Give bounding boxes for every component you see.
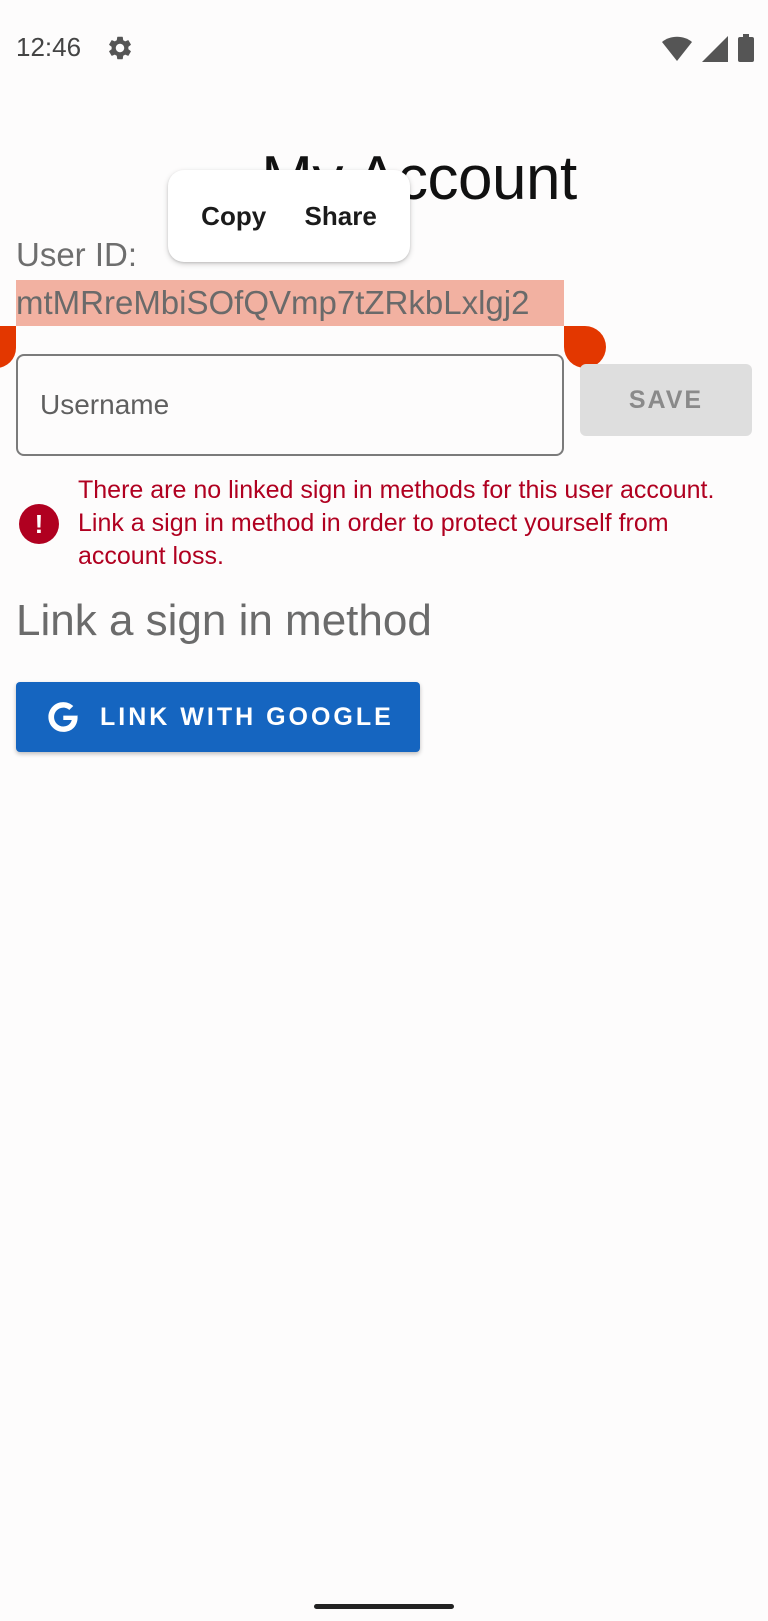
wifi-icon [662, 36, 692, 61]
gesture-nav-handle[interactable] [314, 1604, 454, 1609]
username-input[interactable] [16, 354, 564, 456]
copy-menu-item[interactable]: Copy [191, 193, 276, 240]
google-icon [48, 702, 78, 732]
status-icons [662, 34, 754, 62]
selection-handle-start[interactable] [0, 326, 16, 368]
error-icon: ! [19, 504, 59, 544]
status-bar: 12:46 [0, 0, 768, 96]
gear-icon [109, 36, 131, 60]
status-time: 12:46 [16, 32, 82, 62]
no-linked-methods-warning: There are no linked sign in methods for … [78, 476, 715, 570]
user-id-label: User ID: [16, 236, 138, 273]
save-button[interactable]: SAVE [580, 364, 752, 436]
link-with-google-label: LINK WITH GOOGLE [100, 702, 394, 731]
user-id-value[interactable]: mtMRreMbiSOfQVmp7tZRkbLxlgj2 [16, 280, 564, 326]
battery-icon [738, 34, 754, 62]
signal-icon [702, 36, 728, 62]
link-with-google-button[interactable]: LINK WITH GOOGLE [16, 682, 420, 752]
share-menu-item[interactable]: Share [295, 193, 387, 240]
screen: 12:46 My Account User ID: mtMRreMbiSOfQV… [0, 0, 768, 1621]
text-selection-menu: Copy Share [168, 170, 410, 262]
selection-handle-end[interactable] [564, 326, 606, 368]
link-section-title: Link a sign in method [16, 596, 432, 645]
